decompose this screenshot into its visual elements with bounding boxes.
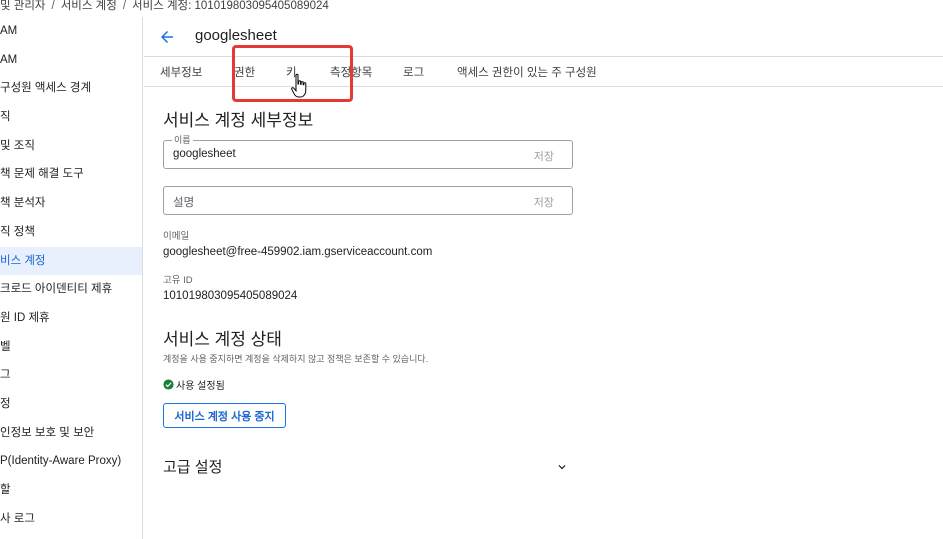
breadcrumb-item-current: 서비스 계정: 101019803095405089024 [132,0,329,12]
page-header: googlesheet [144,17,943,57]
disable-service-account-button[interactable]: 서비스 계정 사용 중지 [163,403,286,428]
advanced-settings-title[interactable]: 고급 설정 [163,456,222,477]
sidebar-item-audit-logs[interactable]: 사 로그 [0,505,142,534]
tab-bar: 세부정보 권한 키 측정항목 로그 액세스 권한이 있는 주 구성원 [144,58,943,87]
sidebar-item-principal-access-boundary[interactable]: 구성원 액세스 경계 [0,74,142,103]
sidebar-item-iam-1[interactable]: AM [0,17,142,46]
sidebar-item-iap[interactable]: P(Identity-Aware Proxy) [0,447,142,476]
sidebar-item-workforce-identity-federation[interactable]: 원 ID 제휴 [0,304,142,333]
name-field-label: 이름 [172,135,193,145]
description-field-placeholder[interactable]: 설명 [173,194,194,210]
tab-details[interactable]: 세부정보 [160,64,202,80]
tab-logs[interactable]: 로그 [403,64,424,80]
status-text: 사용 설정됨 [176,381,225,392]
page-title: googlesheet [195,27,277,44]
sidebar-item-policy-troubleshooter[interactable]: 책 문제 해결 도구 [0,160,142,189]
name-field[interactable]: 이름 googlesheet 저장 [163,135,573,169]
sidebar-item-settings[interactable]: 정 [0,390,142,419]
status-badge: 사용 설정됨 [163,377,225,392]
breadcrumb-separator: / [51,0,55,12]
unique-id-value: 101019803095405089024 [163,290,298,302]
check-circle-icon [163,379,174,390]
unique-id-label: 고유 ID [163,275,193,286]
email-value: googlesheet@free-459902.iam.gserviceacco… [163,246,433,258]
breadcrumb-separator: / [122,0,127,12]
description-field[interactable]: 설명 저장 [163,186,573,215]
tab-keys[interactable]: 키 [286,64,297,80]
tab-metrics[interactable]: 측정항목 [330,64,372,80]
name-field-value[interactable]: googlesheet [173,148,236,160]
sidebar-item-iam-2[interactable]: AM [0,46,142,75]
breadcrumb: 및 관리자 / 서비스 계정 / 서비스 계정: 1010198030954050890… [0,0,943,14]
sidebar-item-roles[interactable]: 할 [0,476,142,505]
sidebar-item-privacy-and-security[interactable]: 인정보 보호 및 보안 [0,419,142,448]
arrow-back-icon[interactable] [158,28,176,46]
details-section-title: 서비스 계정 세부정보 [163,111,314,130]
sidebar-item-tags[interactable]: 그 [0,361,142,390]
sidebar-item-service-accounts[interactable]: 비스 계정 [0,246,142,276]
tab-permissions[interactable]: 권한 [234,64,255,80]
description-save-button[interactable]: 저장 [534,194,554,210]
status-description: 계정을 사용 중지하면 계정을 삭제하지 않고 정책은 보존할 수 있습니다. [163,354,429,364]
breadcrumb-item-admin[interactable]: 및 관리자 [0,0,46,12]
sidebar-item-organization-policies[interactable]: 직 정책 [0,218,142,247]
sidebar-item-labels[interactable]: 벨 [0,333,142,362]
email-label: 이메일 [163,231,190,242]
tab-principals-with-access[interactable]: 액세스 권한이 있는 주 구성원 [457,64,597,80]
sidebar-item-policy-analyzer[interactable]: 책 분석자 [0,189,142,218]
sidebar: AM AM 구성원 액세스 경계 직 및 조직 책 문제 해결 도구 책 분석자… [0,17,143,539]
sidebar-item-organization[interactable]: 직 [0,103,142,132]
sidebar-item-identity-and-organization[interactable]: 및 조직 [0,132,142,161]
chevron-down-icon[interactable] [555,460,569,474]
name-save-button[interactable]: 저장 [534,148,554,164]
sidebar-item-workload-identity-federation[interactable]: 크로드 아이덴티티 제휴 [0,275,142,304]
status-section-title: 서비스 계정 상태 [163,330,282,349]
breadcrumb-item-service-accounts[interactable]: 서비스 계정 [61,0,117,12]
